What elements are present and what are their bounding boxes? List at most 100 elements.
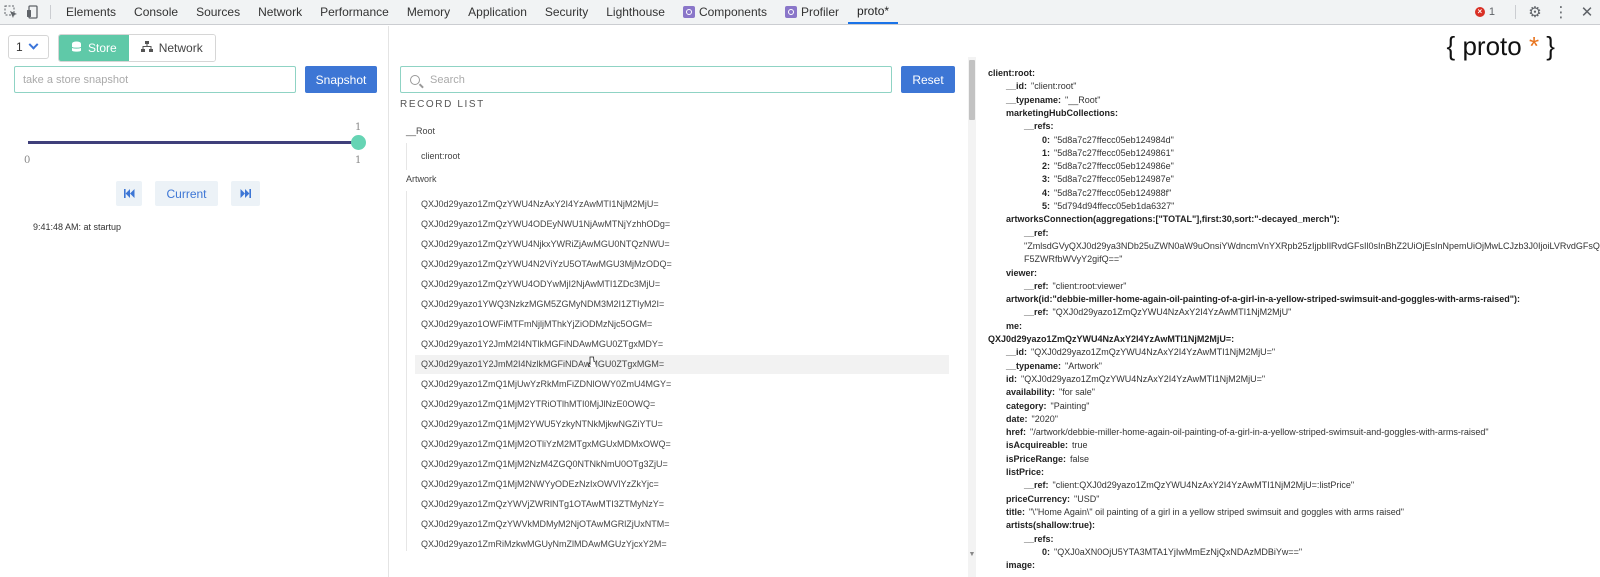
tab-lighthouse[interactable]: Lighthouse [597,0,674,24]
field-value: "client:QXJ0d29yazo1ZmQzYWU4NzAxY2I4YzAw… [1052,480,1355,491]
record-item[interactable]: QXJ0d29yazo1Y2JmM2I4NzlkMGFiNDAwMGU0ZTgx… [415,355,949,374]
close-devtools-icon[interactable]: ✕ [1574,0,1600,25]
record-item[interactable]: QXJ0d29yazo1ZmQzYWVkMDMyM2NjOTAwMGRlZjUx… [421,515,669,534]
tab-label: proto* [857,4,890,18]
record-field-line: "ZmlsdGVyQXJ0d29ya3NDb25uZWN0aW9uOnsiYWd… [1024,240,1600,253]
store-tab-button[interactable]: Store [59,35,129,61]
record-item[interactable]: QXJ0d29yazo1ZmQ1MjM2OTliYzM2MTgxMGUxMDMx… [421,435,671,454]
tab-profiler[interactable]: Profiler [776,0,848,24]
snapshot-name-input[interactable] [14,66,296,93]
record-search-input[interactable] [430,73,870,86]
field-value: "__Root" [1065,94,1101,105]
tab-elements[interactable]: Elements [57,0,125,24]
record-field-line: 0: "5d8a7c27ffecc05eb124984d" [1042,134,1174,147]
field-key: 5: [1042,201,1051,211]
record-item[interactable]: QXJ0d29yazo1YWQ3NzkzMGM5ZGMyNDM3M2I1ZTIy… [421,295,664,314]
record-list-scroll-thumb[interactable] [969,60,975,120]
step-forward-button[interactable] [231,181,260,206]
error-count-badge[interactable]: × 1 [1474,6,1495,18]
record-field-line: category: "Painting" [1006,400,1089,413]
react-logo-icon [785,6,797,18]
current-button[interactable]: Current [155,181,218,206]
record-detail-panel: { proto * } client:root: __id: "client:roo… [986,26,1600,577]
skip-back-icon [123,187,135,201]
record-field-line: title: "\"Home Again\" oil painting of a … [1006,506,1404,519]
record-field-line: 2: "5d8a7c27ffecc05eb124986e" [1042,160,1174,173]
record-field-line: __ref: [1024,227,1049,240]
record-list-scrollbar[interactable] [968,57,976,577]
store-tab-label: Store [88,41,117,55]
record-item[interactable]: QXJ0d29yazo1ZmQzYWU4NzAxY2I4YzAwMTI1NjM2… [421,195,659,214]
inspect-element-icon[interactable] [0,0,22,24]
field-key: artists(shallow:true): [1006,520,1096,531]
tab-security[interactable]: Security [536,0,597,24]
record-item[interactable]: QXJ0d29yazo1ZmQzYWVjZWRlNTg1OTAwMTI3ZTMy… [421,495,664,514]
scroll-down-arrow-icon[interactable]: ▼ [968,551,976,558]
record-group-guide [406,143,407,170]
record-field-line: __refs: [1024,120,1054,133]
record-field-line: 5: "5d794d94ffecc05eb1da6327" [1042,200,1174,213]
record-field-line: isPriceRange: false [1006,453,1089,466]
record-item[interactable]: client:root [421,147,460,166]
settings-gear-icon[interactable]: ⚙ [1522,0,1548,25]
step-back-button[interactable] [116,181,142,206]
network-tab-button[interactable]: Network [128,35,215,61]
record-item[interactable]: QXJ0d29yazo1ZmQ1MjUwYzRkMmFiZDNlOWY0ZmU4… [421,375,671,394]
more-options-icon[interactable]: ⋮ [1548,0,1574,25]
record-item[interactable]: QXJ0d29yazo1OWFiMTFmNjljMThkYjZiODMzNjc5… [421,315,652,334]
network-tab-label: Network [158,41,203,55]
record-item[interactable]: QXJ0d29yazo1ZmQzYWU4N2ViYzU5OTAwMGU3MjMz… [421,255,672,274]
field-value: "5d8a7c27ffecc05eb124987e" [1054,174,1174,185]
record-item[interactable]: QXJ0d29yazo1ZmQ1MjM2NzM4ZGQ0NTNkNmU0OTg3… [421,455,668,474]
record-field-line: artworksConnection(aggregations:["TOTAL"… [1006,213,1340,226]
record-field-line: __refs: [1024,533,1054,546]
record-field-line: priceCurrency: "USD" [1006,493,1099,506]
history-entry[interactable]: 9:41:48 AM: at startup [33,222,121,232]
record-item[interactable]: QXJ0d29yazo1ZmQ1MjM2YTRiOTlhMTI0MjJlNzE0… [421,395,655,414]
tab-label: Security [544,5,589,19]
record-item[interactable]: QXJ0d29yazo1ZmQzYWU4ODYwMjI2NjAwMTI1ZDc3… [421,275,660,294]
record-field-line: viewer: [1006,267,1037,280]
field-value: "Painting" [1050,400,1090,411]
field-key: __ref: [1024,307,1049,318]
error-icon: × [1474,7,1485,17]
tab-performance[interactable]: Performance [311,0,398,24]
record-item[interactable]: QXJ0d29yazo1ZmQ1MjM2NWYyODEzNzIxOWVlYzZk… [421,475,659,494]
snapshot-slider-handle[interactable] [351,135,366,150]
device-toolbar-icon[interactable] [22,0,44,24]
field-key: __ref: [1024,227,1049,238]
tab-memory[interactable]: Memory [398,0,459,24]
record-field-line: __ref: "client:root:viewer" [1024,280,1126,293]
version-select-value: 1 [16,40,23,54]
record-search-box[interactable] [400,66,892,93]
record-field-line: __typename: "__Root" [1006,94,1100,107]
record-item[interactable]: QXJ0d29yazo1ZmRiMzkwMGUyNmZlMDAwMGUzYjcx… [421,535,667,554]
tab-console[interactable]: Console [125,0,187,24]
slider-value-label: 1 [355,122,362,133]
field-value: false [1070,453,1090,464]
field-key: image: [1006,560,1036,571]
field-key: isPriceRange: [1006,453,1067,464]
snapshot-button[interactable]: Snapshot [305,66,377,93]
record-type-header[interactable]: __Root [406,126,435,136]
tab-proto[interactable]: proto* [848,0,899,24]
database-icon [71,41,82,56]
snapshot-slider-track[interactable] [28,141,358,144]
record-type-header[interactable]: Artwork [406,174,437,184]
record-item[interactable]: QXJ0d29yazo1ZmQ1MjM2YWU5YzkyNTNkMjkwNGZi… [421,415,663,434]
record-field-line: marketingHubCollections: [1006,107,1118,120]
sitemap-icon [140,41,153,55]
tab-network[interactable]: Network [249,0,311,24]
record-item[interactable]: QXJ0d29yazo1ZmQzYWU4ODEyNWU1NjAwMTNjYzhh… [421,215,670,234]
field-value: "QXJ0aXN0OjU5YTA3MTA1YjIwMmEzNjQxNDAzMDB… [1054,546,1303,557]
reset-button[interactable]: Reset [901,66,955,93]
field-key: listPrice: [1006,467,1045,477]
tab-components[interactable]: Components [674,0,776,24]
field-key: href: [1006,427,1026,438]
tab-application[interactable]: Application [459,0,536,24]
version-select[interactable]: 1 [8,35,49,59]
record-item[interactable]: QXJ0d29yazo1ZmQzYWU4NjkxYWRiZjAwMGU0NTQz… [421,235,670,254]
tab-sources[interactable]: Sources [187,0,249,24]
record-item[interactable]: QXJ0d29yazo1Y2JmM2I4NTlkMGFiNDAwMGU0ZTgx… [421,335,663,354]
record-field-line: QXJ0d29yazo1ZmQzYWU4NzAxY2I4YzAwMTI1NjM2… [988,333,1234,346]
